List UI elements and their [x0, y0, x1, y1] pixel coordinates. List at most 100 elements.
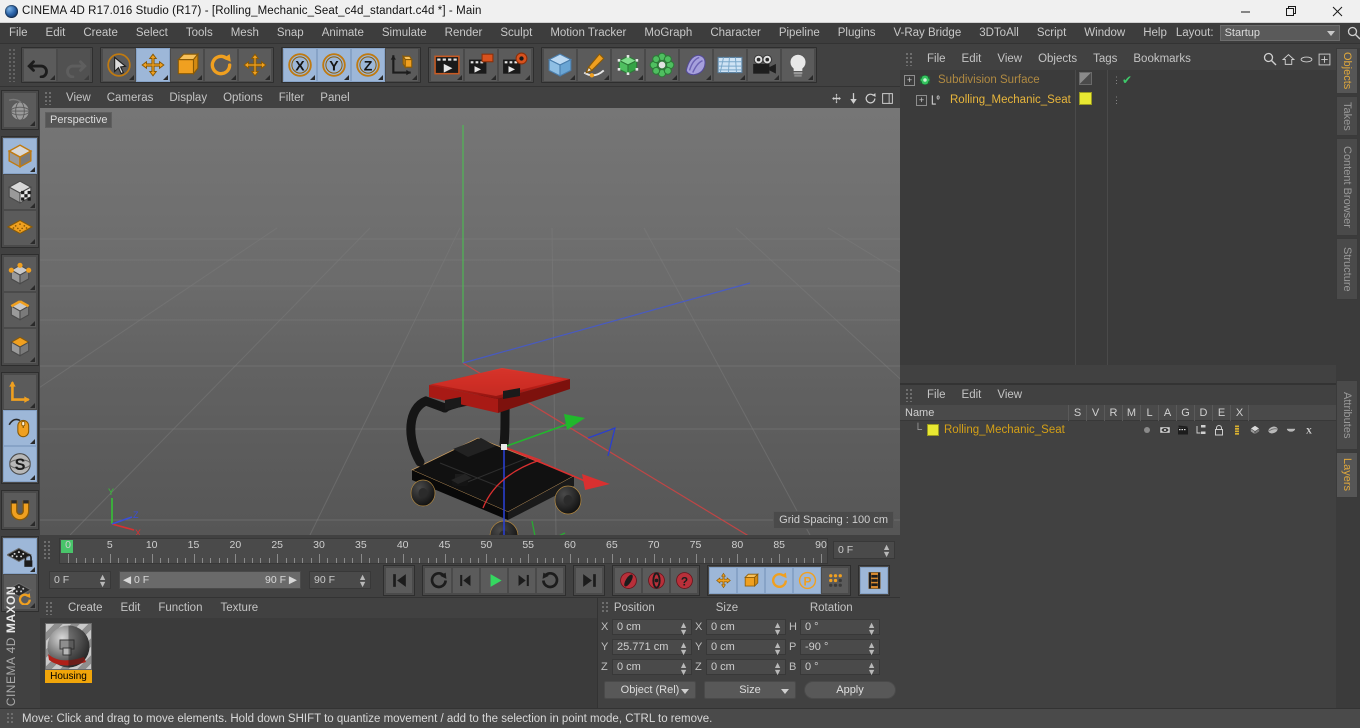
spinner-icon[interactable]: ▲ ▼ — [773, 621, 782, 637]
attributes-column-e[interactable]: E — [1212, 404, 1230, 421]
submenu-corner-icon[interactable] — [525, 75, 530, 80]
menu-item-3dtoall[interactable]: 3DToAll — [970, 23, 1028, 44]
timeline-range-slider[interactable]: ◀ 0 F 90 F ▶ — [119, 571, 301, 589]
size-x-input[interactable]: 0 cm ▲ ▼ — [706, 619, 786, 637]
step-forward-button[interactable] — [508, 566, 536, 594]
vertical-tab-attributes[interactable]: Attributes — [1336, 380, 1358, 450]
submenu-corner-icon[interactable] — [50, 75, 55, 80]
lefttool-polygons-mode-button[interactable] — [3, 328, 37, 364]
object-tag-swatch[interactable] — [1079, 72, 1092, 85]
spinner-icon[interactable]: ▲ ▼ — [679, 641, 688, 657]
object-menu-file[interactable]: File — [919, 48, 954, 70]
submenu-corner-icon[interactable] — [570, 75, 575, 80]
position-z-input[interactable]: 0 cm ▲ ▼ — [612, 659, 692, 677]
timeline-grip[interactable] — [43, 540, 52, 560]
lefttool-edges-mode-button[interactable] — [3, 292, 37, 328]
attributes-column-x[interactable]: X — [1230, 404, 1248, 421]
attributes-table-row[interactable]: └ Rolling_Mechanic_Seat X — [900, 421, 1336, 439]
search-icon[interactable] — [1263, 52, 1277, 66]
toolbar-render-settings-button[interactable] — [498, 48, 532, 82]
toolbar-camera-button[interactable] — [747, 48, 781, 82]
viewport-menu-display[interactable]: Display — [161, 88, 215, 108]
menu-item-render[interactable]: Render — [436, 23, 492, 44]
keyframe-selection-button[interactable]: ? — [670, 566, 698, 594]
object-tree-row[interactable]: + Subdivision Surface ⋮ ✔ — [900, 70, 1336, 90]
spinner-icon[interactable]: ▲ ▼ — [679, 661, 688, 677]
menu-item-edit[interactable]: Edit — [37, 23, 75, 44]
attributes-column-g[interactable]: G — [1176, 404, 1194, 421]
restore-button[interactable] — [1268, 0, 1314, 23]
toolbar-render-view-button[interactable] — [430, 48, 464, 82]
viewport-canvas[interactable]: Perspective Y X Z Grid Spacing: 100 cm — [40, 108, 900, 535]
submenu-corner-icon[interactable] — [706, 75, 711, 80]
submenu-corner-icon[interactable] — [808, 75, 813, 80]
toolbar-redo-button[interactable] — [57, 48, 91, 82]
key-parameter-button[interactable]: P — [793, 566, 821, 594]
submenu-corner-icon[interactable] — [30, 239, 35, 244]
lefttool-texture-mode-button[interactable] — [3, 174, 37, 210]
viewport-pan-icon[interactable] — [830, 92, 843, 105]
toolbar-generator-nurbs-button[interactable] — [611, 48, 645, 82]
submenu-corner-icon[interactable] — [638, 75, 643, 80]
render-clapper-icon[interactable] — [1174, 424, 1192, 436]
vertical-tab-content-browser[interactable]: Content Browser — [1336, 138, 1358, 236]
size-z-input[interactable]: 0 cm ▲ ▼ — [706, 659, 786, 677]
toolbar-select-cursor-button[interactable] — [102, 48, 136, 82]
previous-key-button[interactable] — [424, 566, 452, 594]
lefttool-enable-axis-button[interactable] — [3, 374, 37, 410]
toolbar-scale-button[interactable] — [170, 48, 204, 82]
viewport-maximize-icon[interactable] — [881, 92, 894, 105]
submenu-corner-icon[interactable] — [604, 75, 609, 80]
toolbar-rotate-button[interactable] — [204, 48, 238, 82]
lefttool-globe-wire-button[interactable] — [3, 92, 37, 128]
play-button[interactable] — [480, 566, 508, 594]
timeline-max-frame-field[interactable]: 90 F ▲ ▼ — [309, 571, 371, 589]
ellipse-icon[interactable] — [1300, 53, 1313, 66]
material-menu-texture[interactable]: Texture — [211, 598, 267, 618]
submenu-corner-icon[interactable] — [30, 203, 35, 208]
menu-item-plugins[interactable]: Plugins — [829, 23, 885, 44]
submenu-corner-icon[interactable] — [491, 75, 496, 80]
submenu-corner-icon[interactable] — [265, 75, 270, 80]
viewport-menu-options[interactable]: Options — [215, 88, 271, 108]
viewport-menu-panel[interactable]: Panel — [312, 88, 357, 108]
vertical-tab-takes[interactable]: Takes — [1336, 96, 1358, 136]
submenu-corner-icon[interactable] — [197, 75, 202, 80]
viewport-move-icon[interactable] — [847, 92, 860, 105]
object-manager-grip[interactable] — [905, 52, 914, 66]
key-position-button[interactable] — [709, 566, 737, 594]
attributes-column-s[interactable]: S — [1068, 404, 1086, 421]
vertical-tab-structure[interactable]: Structure — [1336, 238, 1358, 300]
toolbar-spline-pen-button[interactable] — [577, 48, 611, 82]
timeline-ruler[interactable]: 0 5 10 15 20 25 30 35 40 45 50 55 60 65 70 75 80 85 90 — [59, 537, 828, 564]
next-key-button[interactable] — [536, 566, 564, 594]
attributes-row-swatch[interactable] — [927, 424, 939, 436]
toolbar-world-coordinates-button[interactable] — [385, 48, 419, 82]
toolbar-light-bulb-button[interactable] — [781, 48, 815, 82]
submenu-corner-icon[interactable] — [310, 75, 315, 80]
submenu-corner-icon[interactable] — [163, 75, 168, 80]
submenu-corner-icon[interactable] — [774, 75, 779, 80]
submenu-corner-icon[interactable] — [30, 603, 35, 608]
spinner-icon[interactable]: ▲ ▼ — [867, 621, 876, 637]
menu-item-v-ray-bridge[interactable]: V-Ray Bridge — [884, 23, 970, 44]
object-enabled-check-icon[interactable]: ✔ — [1122, 73, 1132, 87]
material-preview-thumbnail[interactable] — [45, 623, 92, 670]
object-menu-edit[interactable]: Edit — [954, 48, 990, 70]
toolbar-deformer-button[interactable] — [645, 48, 679, 82]
submenu-corner-icon[interactable] — [30, 167, 35, 172]
timeline-filmstrip-button[interactable] — [860, 566, 888, 594]
submenu-corner-icon[interactable] — [412, 75, 417, 80]
viewport-rotate-icon[interactable] — [864, 92, 877, 105]
submenu-corner-icon[interactable] — [672, 75, 677, 80]
spinner-icon[interactable]: ▲ ▼ — [773, 641, 782, 657]
spinner-icon[interactable]: ▲ ▼ — [867, 641, 876, 657]
go-to-end-button[interactable] — [575, 566, 603, 594]
submenu-corner-icon[interactable] — [740, 75, 745, 80]
position-y-input[interactable]: 25.771 cm ▲ ▼ — [612, 639, 692, 657]
submenu-corner-icon[interactable] — [378, 75, 383, 80]
key-scale-button[interactable] — [737, 566, 765, 594]
rotation-b-input[interactable]: 0 ° ▲ ▼ — [800, 659, 880, 677]
menu-item-file[interactable]: File — [0, 23, 37, 44]
size-mode-dropdown[interactable]: Size — [704, 681, 796, 699]
